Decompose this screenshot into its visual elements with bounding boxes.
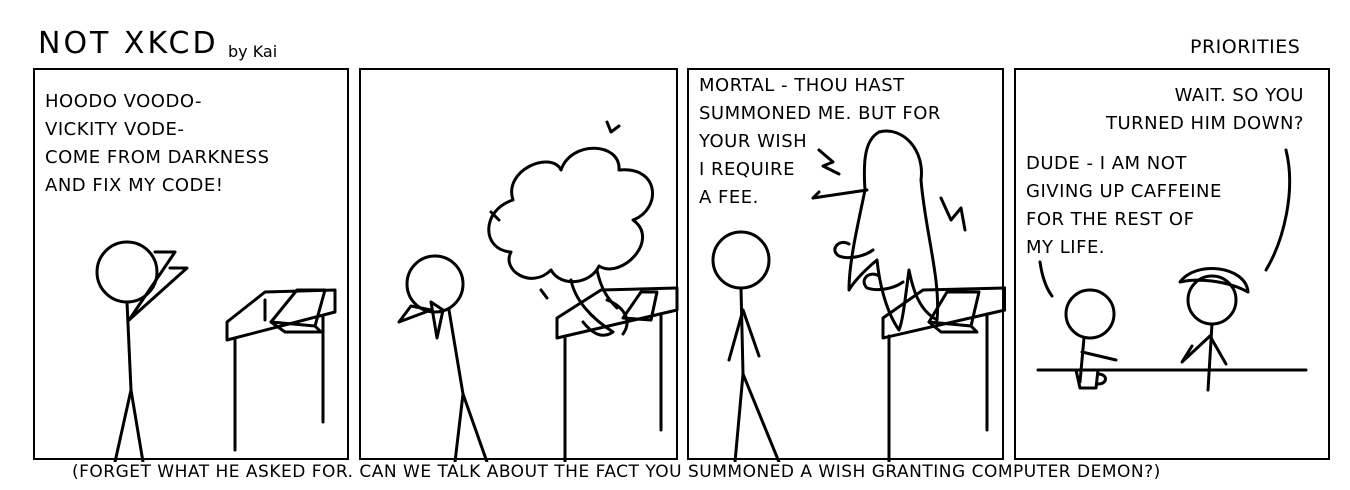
- panel-3-drawing: [711, 129, 1006, 462]
- footer-caption: (FORGET WHAT HE ASKED FOR. CAN WE TALK A…: [72, 462, 1161, 482]
- panel-4: WAIT. SO YOU TURNED HIM DOWN? DUDE - I A…: [1014, 68, 1330, 460]
- stick-figure-startled: [397, 254, 489, 462]
- panel-1-drawing: [95, 240, 337, 462]
- spark-mark: [605, 120, 621, 134]
- desk: [555, 286, 679, 462]
- smoke-puff: [862, 272, 905, 292]
- speech-tail: [1264, 148, 1292, 272]
- stick-figure-summoner: [711, 230, 781, 462]
- panel-4-drawing: [1036, 148, 1308, 392]
- stick-figure-hat: [1178, 267, 1250, 392]
- panel-2: [359, 68, 679, 462]
- smoke-cloud: [487, 146, 655, 337]
- comic-author: by Kai: [228, 42, 278, 61]
- speech-tail: [1038, 260, 1054, 298]
- spark-mark: [539, 288, 549, 300]
- panel-3: MORTAL - THOU HAST SUMMONED ME. BUT FOR …: [687, 68, 1006, 462]
- stick-figure-friend: [1064, 288, 1118, 384]
- panel-2-drawing: [397, 120, 679, 462]
- motion-mark: [939, 196, 967, 232]
- strip-title: PRIORITIES: [1190, 36, 1301, 58]
- motion-mark: [817, 148, 841, 176]
- stick-figure-summoner: [95, 240, 189, 462]
- laptop-icon: [621, 290, 659, 322]
- panel-1: HOODO VOODO- VICKITY VODE- COME FROM DAR…: [33, 68, 349, 462]
- comic-title: NOT XKCD: [38, 26, 219, 61]
